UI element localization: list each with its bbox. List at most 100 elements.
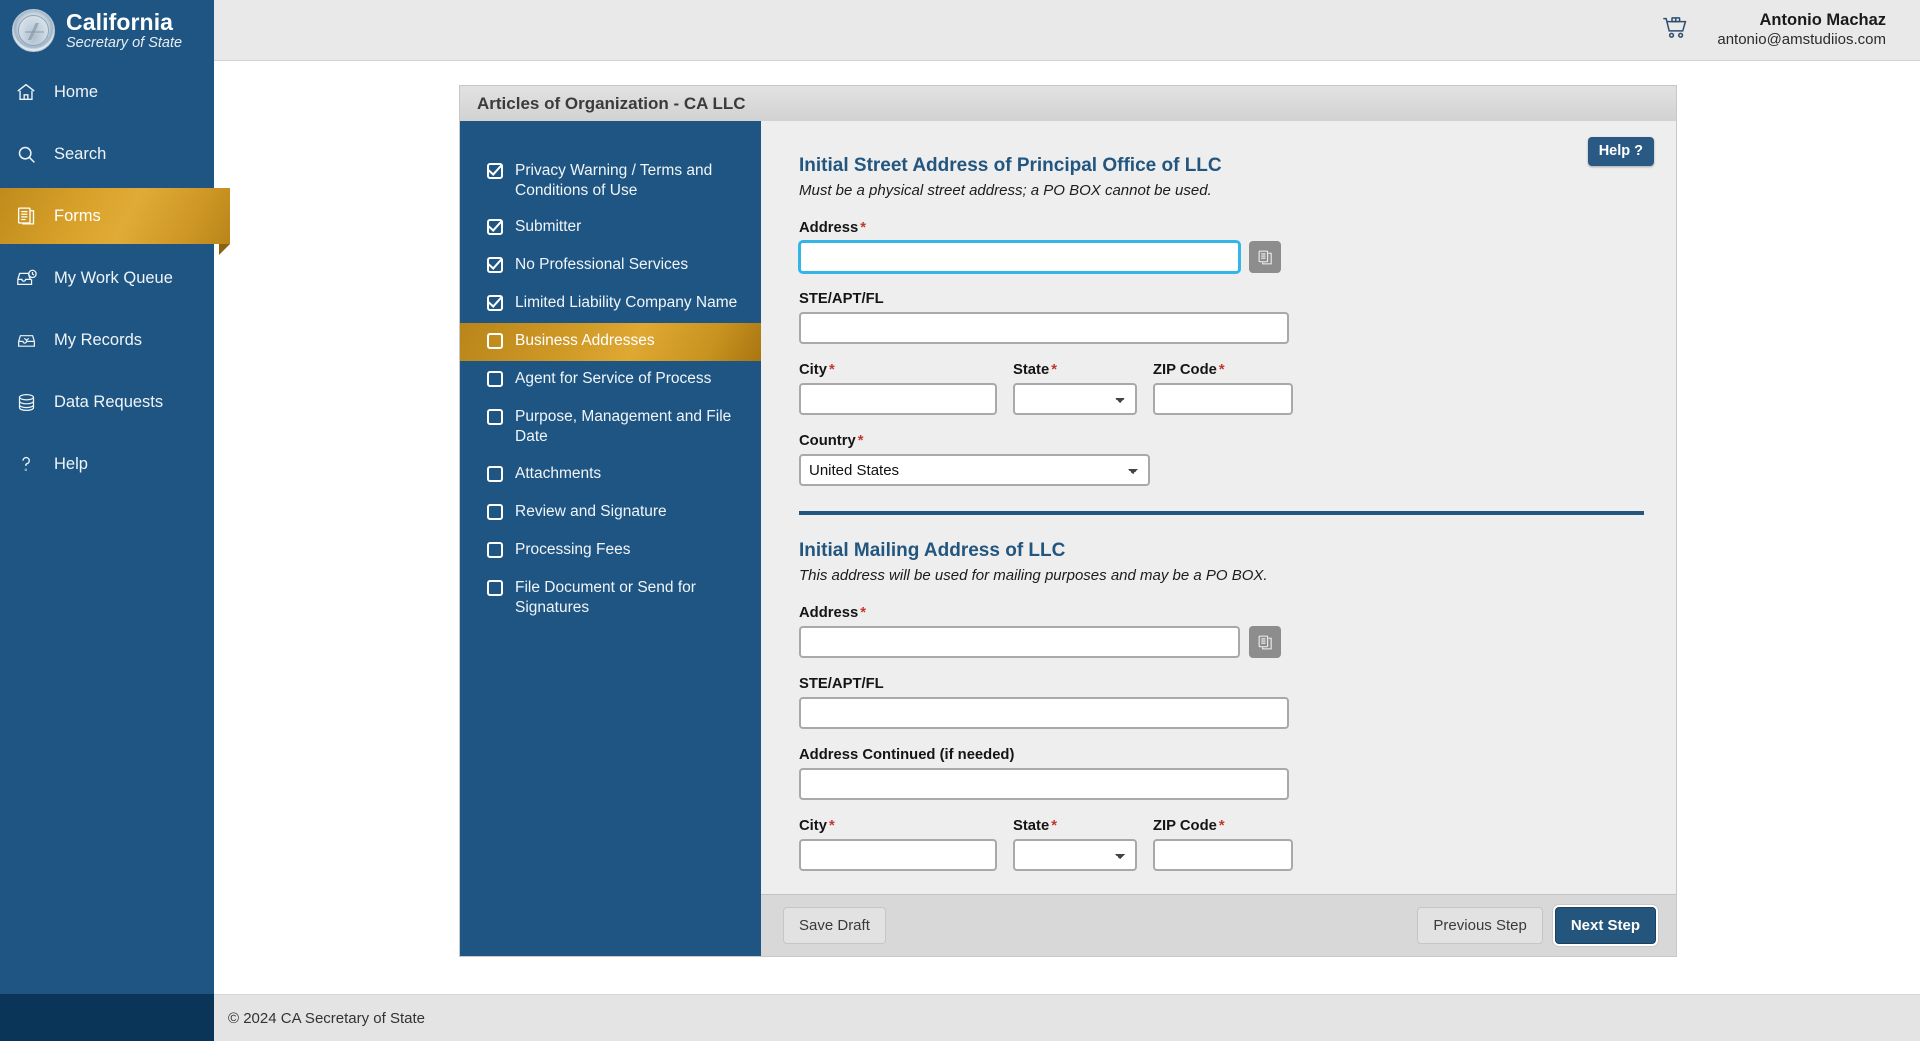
ste-apt-fl-label: STE/APT/FL [799, 291, 884, 307]
ste-apt-fl-input[interactable] [799, 312, 1289, 344]
mailing-city-input[interactable] [799, 839, 997, 871]
checkbox-unchecked-icon [487, 503, 503, 520]
required-marker: * [828, 818, 835, 834]
shopping-cart-icon[interactable] [1660, 14, 1691, 47]
sidebar-item-label: Help [54, 454, 88, 473]
sidebar-item-home[interactable]: Home [0, 61, 214, 123]
wizard-step-label: Business Addresses [515, 332, 655, 350]
section-subtitle-street-address: Must be a physical street address; a PO … [799, 182, 1212, 199]
city-input[interactable] [799, 383, 997, 415]
copy-address-icon-button[interactable] [1249, 626, 1281, 658]
sidebar-item-label: My Work Queue [54, 268, 173, 287]
form-card-body: Privacy Warning / Terms and Conditions o… [459, 121, 1677, 957]
records-inbox-icon [14, 328, 38, 352]
wizard-step-agent-for-service[interactable]: Agent for Service of Process [460, 361, 761, 399]
checkbox-unchecked-icon [487, 579, 503, 596]
copy-address-icon-button[interactable] [1249, 241, 1281, 273]
checkbox-unchecked-icon [487, 333, 503, 350]
sidebar: California Secretary of State Home Searc… [0, 0, 230, 1041]
wizard-step-processing-fees[interactable]: Processing Fees [460, 532, 761, 570]
zip-code-input[interactable] [1153, 383, 1293, 415]
user-name: Antonio Machaz [1759, 11, 1887, 30]
form-action-bar: Save Draft Previous Step Next Step [761, 894, 1676, 956]
wizard-step-label: Limited Liability Company Name [515, 294, 738, 312]
sidebar-item-forms[interactable]: Forms [0, 185, 230, 255]
page-footer: © 2024 CA Secretary of State [214, 994, 1920, 1041]
mailing-address-label: Address * [799, 605, 1636, 621]
checkbox-unchecked-icon [487, 371, 503, 388]
wizard-step-review-signature[interactable]: Review and Signature [460, 494, 761, 532]
sidebar-item-label: Home [54, 82, 99, 101]
wizard-step-label: Attachments [515, 464, 602, 482]
sidebar-item-my-records[interactable]: My Records [0, 309, 214, 371]
country-select[interactable]: United States [799, 454, 1150, 486]
previous-step-button[interactable]: Previous Step [1417, 907, 1543, 944]
search-icon [14, 142, 38, 166]
required-marker: * [860, 605, 866, 621]
mailing-zip-code-input[interactable] [1153, 839, 1293, 871]
section-title-mailing-address: Initial Mailing Address of LLC [799, 540, 1066, 561]
sidebar-item-data-requests[interactable]: Data Requests [0, 371, 214, 433]
next-step-button[interactable]: Next Step [1554, 907, 1656, 944]
checkbox-checked-icon [487, 257, 503, 274]
mailing-address-input[interactable] [799, 626, 1240, 658]
checkbox-unchecked-icon [487, 409, 503, 426]
sidebar-item-label: Forms [54, 206, 101, 225]
sidebar-item-my-work-queue[interactable]: My Work Queue [0, 247, 214, 309]
checkbox-unchecked-icon [487, 541, 503, 558]
wizard-step-submitter[interactable]: Submitter [460, 209, 761, 247]
wizard-step-attachments[interactable]: Attachments [460, 456, 761, 494]
address-continued-input[interactable] [799, 768, 1289, 800]
brand-logo[interactable]: California Secretary of State [0, 0, 214, 61]
page-content: Articles of Organization - CA LLC Privac… [214, 61, 1920, 1041]
form-card-header: Articles of Organization - CA LLC [459, 85, 1677, 121]
wizard-step-privacy-warning[interactable]: Privacy Warning / Terms and Conditions o… [460, 153, 761, 209]
top-bar: Antonio Machaz antonio@amstudiios.com [214, 0, 1920, 61]
sidebar-item-label: My Records [54, 330, 143, 349]
mailing-city-label: City * [799, 818, 997, 834]
required-marker: * [1051, 362, 1057, 378]
sidebar-item-help[interactable]: Help [0, 433, 214, 495]
address-label: Address * [799, 220, 1636, 236]
mailing-address-label-text: Address [799, 605, 859, 621]
state-label-text: State [1013, 362, 1050, 378]
sidebar-item-search[interactable]: Search [0, 123, 214, 185]
wizard-step-purpose-management[interactable]: Purpose, Management and File Date [460, 399, 761, 455]
save-draft-button[interactable]: Save Draft [783, 907, 886, 944]
forms-icon [14, 204, 38, 228]
wizard-step-label: Agent for Service of Process [515, 370, 712, 388]
required-marker: * [857, 433, 864, 449]
sidebar-item-label: Data Requests [54, 392, 164, 411]
address-label-text: Address [799, 220, 859, 236]
database-icon [14, 390, 38, 414]
mailing-state-select[interactable] [1013, 839, 1137, 871]
state-label: State * [1013, 362, 1137, 378]
state-select[interactable] [1013, 383, 1137, 415]
mailing-zip-code-label-text: ZIP Code [1153, 818, 1217, 834]
city-label: City * [799, 362, 997, 378]
checkbox-checked-icon [487, 219, 503, 236]
zip-code-label-text: ZIP Code [1153, 362, 1217, 378]
user-account-block[interactable]: Antonio Machaz antonio@amstudiios.com [1717, 10, 1886, 49]
mailing-zip-code-label: ZIP Code * [1153, 818, 1293, 834]
california-state-seal-icon [12, 9, 55, 52]
mailing-ste-apt-fl-input[interactable] [799, 697, 1289, 729]
wizard-step-llc-name[interactable]: Limited Liability Company Name [460, 285, 761, 323]
country-label: Country * [799, 433, 1150, 449]
wizard-step-label: Purpose, Management and File Date [515, 408, 732, 446]
brand-title: California [66, 8, 174, 35]
copyright-text: © 2024 CA Secretary of State [228, 1009, 425, 1027]
wizard-step-label: Submitter [515, 218, 582, 236]
sidebar-footer-block [0, 994, 214, 1041]
form-card: Articles of Organization - CA LLC Privac… [459, 85, 1677, 957]
street-address-input[interactable] [799, 241, 1240, 273]
wizard-step-file-document[interactable]: File Document or Send for Signatures [460, 570, 761, 626]
sidebar-item-label: Search [54, 144, 107, 163]
required-marker: * [1218, 818, 1225, 834]
required-marker: * [860, 220, 866, 236]
wizard-step-no-professional-services[interactable]: No Professional Services [460, 247, 761, 285]
address-continued-label: Address Continued (if needed) [799, 747, 1015, 763]
wizard-step-business-addresses[interactable]: Business Addresses [460, 323, 761, 362]
help-button[interactable]: Help ? [1587, 137, 1654, 166]
wizard-step-label: Processing Fees [515, 540, 631, 558]
